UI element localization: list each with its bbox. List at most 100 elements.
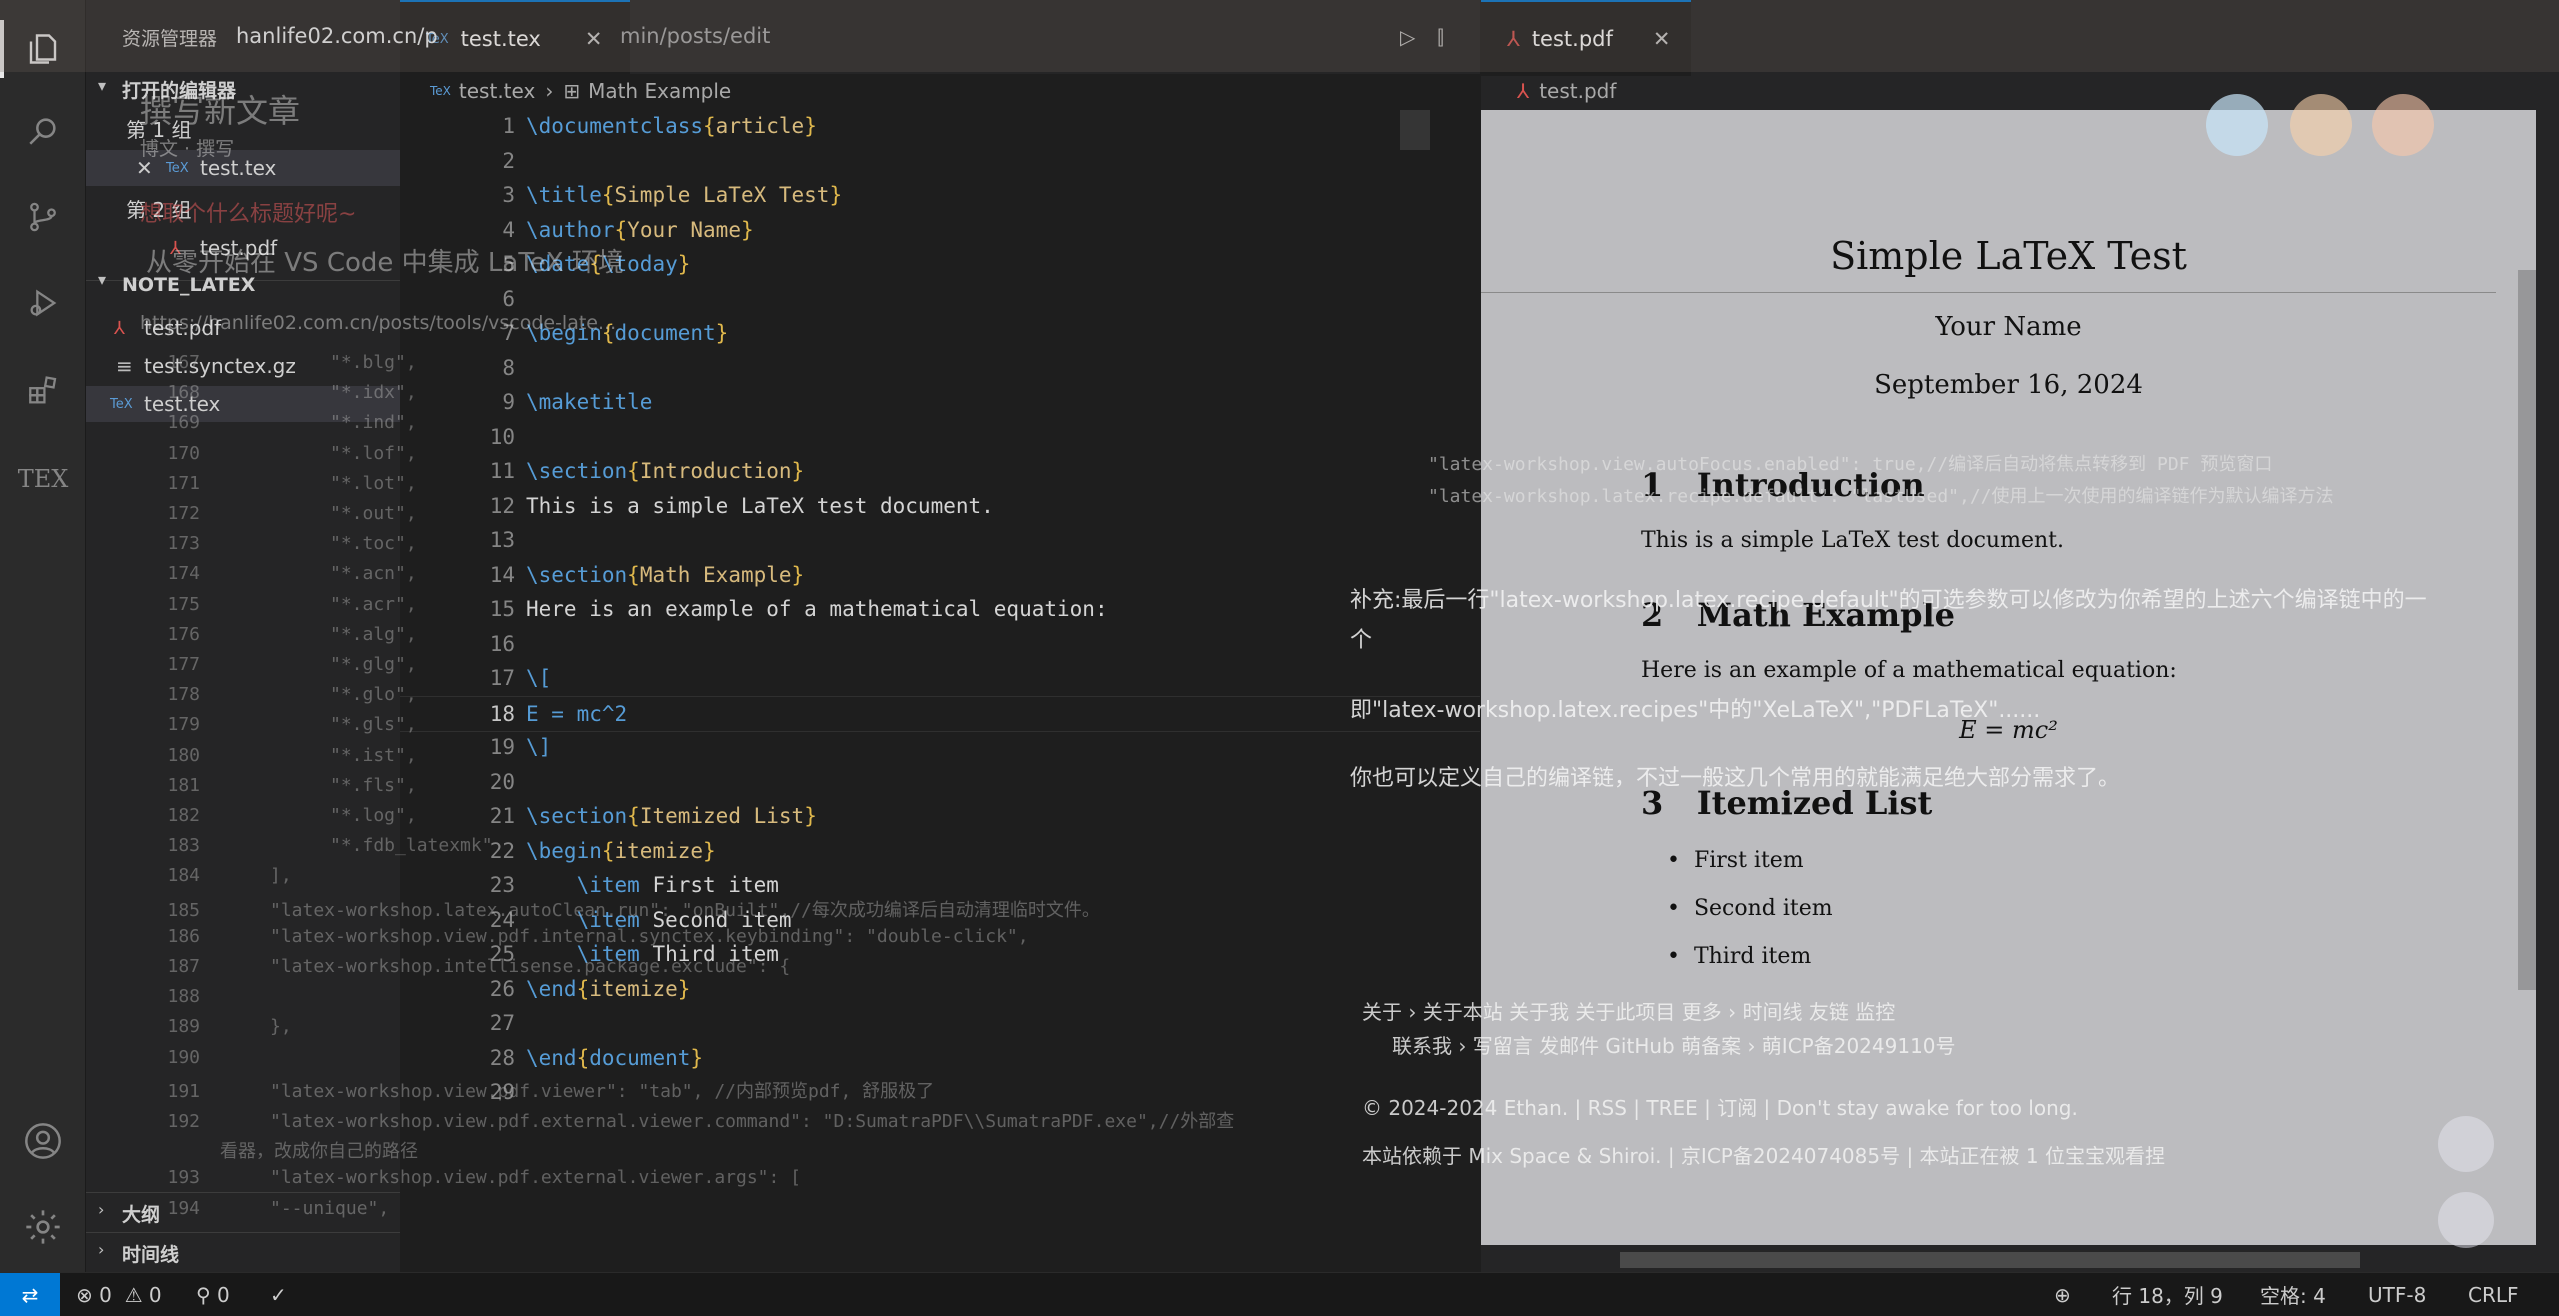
open-editor-test-tex[interactable]: ✕ TeX test.tex [86,150,400,186]
code-token: \today [601,252,678,276]
close-icon[interactable]: ✕ [136,156,153,180]
search-icon[interactable] [22,110,64,152]
gear-icon[interactable] [22,1206,64,1248]
remote-icon[interactable]: ⇄ [0,1273,60,1316]
code-line[interactable]: 18 E = mc^2 [400,695,1480,732]
minimap[interactable] [1400,110,1430,150]
zoom-icon[interactable]: ⊕ [2054,1273,2071,1316]
open-editors-header[interactable]: 打开的编辑器 [122,76,236,103]
pdf-scrollbar[interactable] [2518,270,2536,990]
file-test-pdf[interactable]: ⅄ test.pdf [86,310,400,346]
line-ending[interactable]: CRLF [2468,1273,2519,1316]
pdf-list-item: • First item [1667,848,1804,873]
code-token: \item [576,942,640,966]
code-token: \end [526,976,577,1001]
code-line[interactable]: 24 \item Second item [400,903,1480,937]
file-test-tex[interactable]: TeX test.tex [86,386,400,422]
broadcast-icon: ⚲ [196,1282,211,1307]
code-line[interactable]: 23 \item First item [400,868,1480,902]
indentation[interactable]: 空格: 4 [2260,1273,2326,1316]
extensions-icon[interactable] [22,370,64,412]
code-token: \author [526,217,615,242]
line-number: 26 [489,976,515,1001]
line-text: \title{Simple LaTeX Test} [526,178,842,212]
run-icon[interactable]: ▷ [1400,25,1415,49]
warning-icon: ⚠ [124,1282,143,1307]
pdf-section-3: 3 Itemized List [1641,784,1933,822]
tex-file-icon: TeX [430,84,451,98]
code-token: This is a simple LaTeX test document. [526,493,994,518]
code-token: itemize [614,838,704,863]
code-line[interactable]: 2 [400,144,1480,178]
code-line[interactable]: 26 \end{itemize} [400,972,1480,1006]
line-number: 29 [489,1080,515,1104]
timeline-header[interactable]: 时间线 [122,1240,179,1267]
open-editor-test-pdf[interactable]: ⅄ test.pdf [86,230,400,266]
code-editor[interactable]: TeX test.tex ✕ ▷ ⫿ TeX test.tex › ⊞ Math… [400,0,1480,1272]
code-token: } [703,838,716,863]
line-text: \documentclass{article} [526,109,817,143]
code-line[interactable]: 15 Here is an example of a mathematical e… [400,592,1480,626]
line-number: 19 [489,735,515,759]
tex-icon[interactable]: TEX [18,458,69,500]
split-editor-icon[interactable]: ⫿ [1437,25,1443,49]
code-token: \title [526,183,602,207]
divider [86,1192,400,1193]
chevron-right-icon[interactable]: › [98,1240,104,1259]
line-number: 6 [502,286,515,311]
account-icon[interactable] [22,1120,64,1162]
code-line[interactable]: 17 \[ [400,661,1480,695]
code-line[interactable]: 22 \begin{itemize} [400,834,1480,868]
chevron-right-icon[interactable]: › [98,1200,104,1219]
code-line[interactable]: 20 [400,765,1480,799]
line-text: \] [526,730,551,764]
code-line[interactable]: 27 [400,1006,1480,1040]
code-line[interactable]: 5 \date{\today} [400,247,1480,281]
code-line[interactable]: 25 \item Third item [400,937,1480,971]
code-line[interactable]: 16 [400,627,1480,661]
problems-indicator[interactable]: ⊗ 0 ⚠ 0 [76,1273,162,1316]
source-control-icon[interactable] [22,196,64,238]
code-area[interactable]: 1 \documentclass{article} 2 3 \title{Simple … [400,109,1480,1169]
code-line[interactable]: 19 \] [400,730,1480,764]
files-icon[interactable] [0,20,64,78]
code-line[interactable]: 6 [400,282,1480,316]
line-text: This is a simple LaTeX test document. [526,489,994,523]
close-icon[interactable]: ✕ [1653,27,1671,51]
code-line[interactable]: 1 \documentclass{article} [400,109,1480,143]
cursor-position[interactable]: 行 18，列 9 [2112,1273,2223,1316]
code-line[interactable]: 28 \end{document} [400,1041,1480,1075]
code-line[interactable]: 29 [400,1075,1480,1109]
code-line[interactable]: 3 \title{Simple LaTeX Test} [400,178,1480,212]
chevron-down-icon[interactable]: ▾ [98,270,106,289]
code-line[interactable]: 13 [400,523,1480,557]
ports-indicator[interactable]: ⚲ 0 [196,1273,230,1316]
close-icon[interactable]: ✕ [585,27,603,51]
outline-header[interactable]: 大纲 [122,1200,160,1227]
tab-test-pdf[interactable]: ⅄ test.pdf ✕ [1481,0,1691,76]
code-token: Math Example [639,562,792,587]
code-line[interactable]: 12 This is a simple LaTeX test document. [400,489,1480,523]
code-token: \section [526,804,628,828]
code-token: { [601,321,615,345]
code-line[interactable]: 8 [400,351,1480,385]
code-token: } [829,183,843,207]
code-line[interactable]: 21 \section{Itemized List} [400,799,1480,833]
code-line[interactable]: 7 \begin{document} [400,316,1480,350]
code-line[interactable]: 9 \maketitle [400,385,1480,419]
tab-test-tex[interactable]: TeX test.tex ✕ [400,0,630,76]
code-line[interactable]: 4 \author{Your Name} [400,213,1480,247]
encoding[interactable]: UTF-8 [2368,1273,2426,1316]
file-test-synctex[interactable]: ≡ test.synctex.gz [86,348,400,384]
run-debug-icon[interactable] [22,282,64,324]
folder-header[interactable]: NOTE_LATEX [122,274,255,296]
code-token: \documentclass [526,114,704,138]
horizontal-scrollbar[interactable] [1620,1252,2360,1268]
code-line[interactable]: 14 \section{Math Example} [400,558,1480,592]
code-line[interactable]: 10 [400,420,1480,454]
line-text: \begin{document} [526,316,728,350]
pdf-viewer[interactable]: Simple LaTeX Test Your Name September 16… [1481,110,2536,1245]
chevron-down-icon[interactable]: ▾ [98,76,106,95]
code-line[interactable]: 11 \section{Introduction} [400,454,1480,488]
check-icon[interactable]: ✓ [270,1273,287,1316]
